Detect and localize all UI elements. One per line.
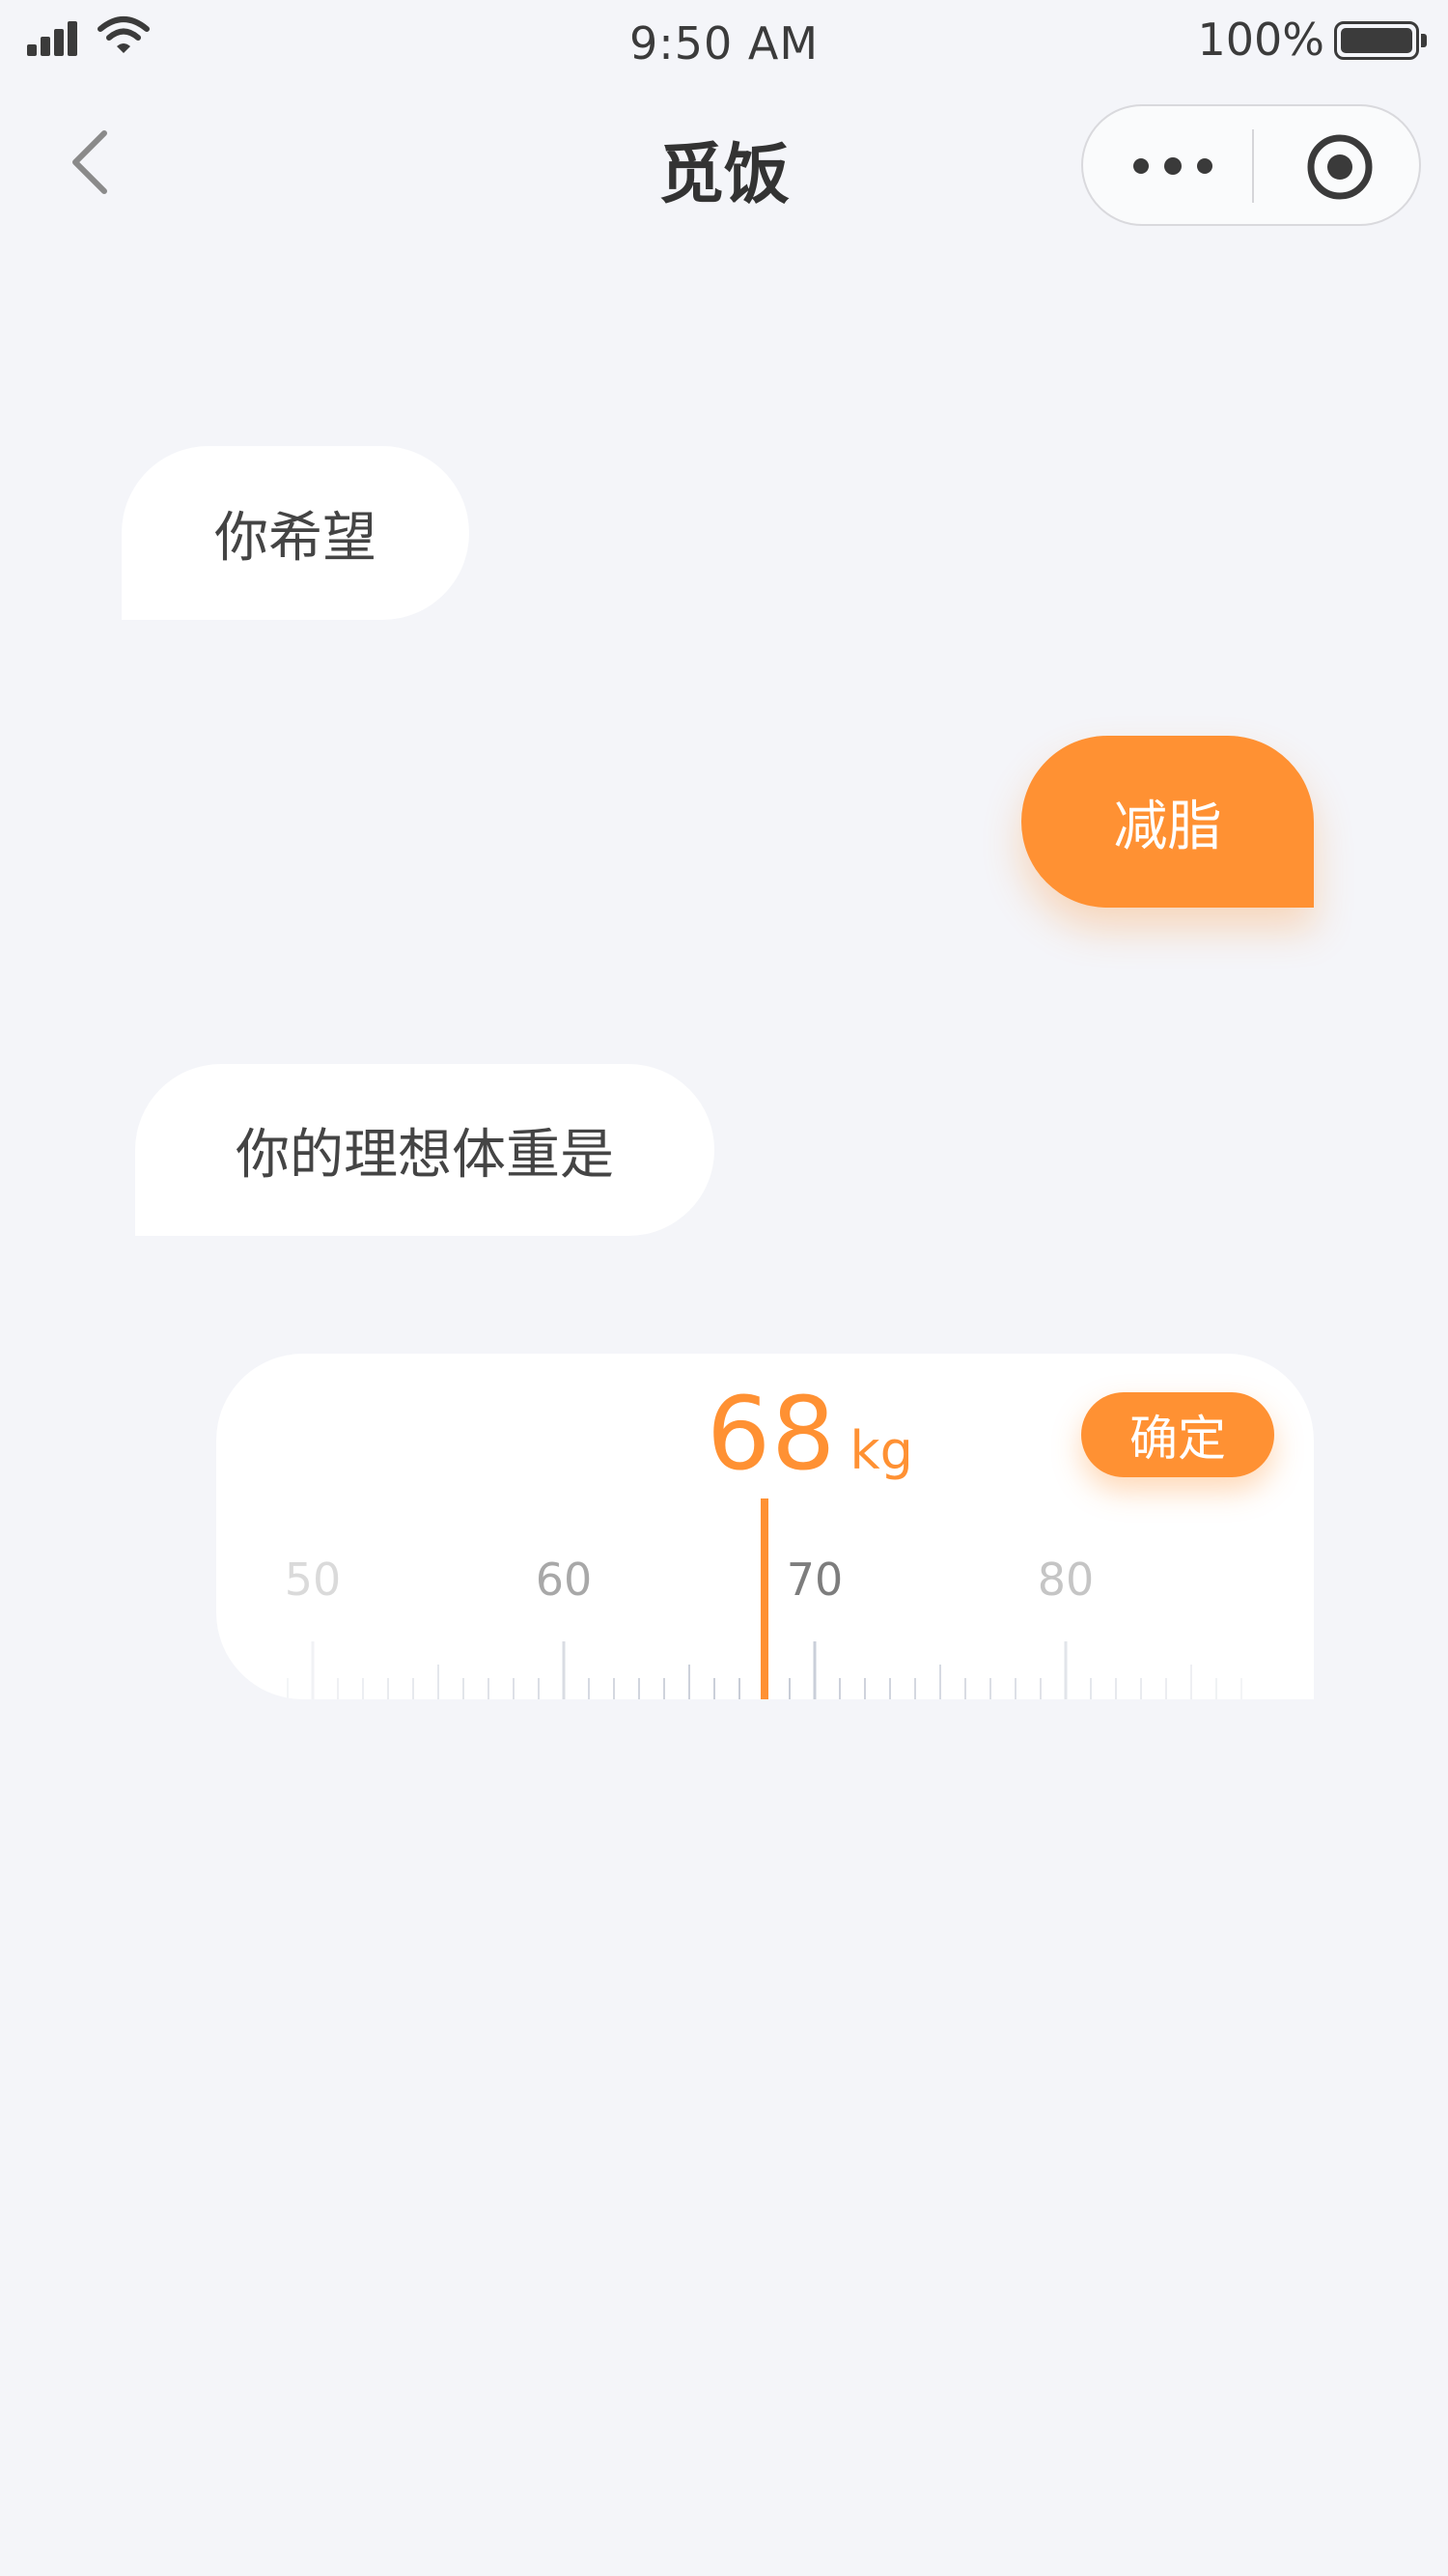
mini-program-capsule bbox=[1081, 104, 1421, 226]
more-dots-icon[interactable] bbox=[1122, 106, 1238, 224]
chat-bubble-question: 你的理想体重是 bbox=[135, 1064, 714, 1236]
weight-unit: kg bbox=[849, 1420, 913, 1481]
ruler-scale[interactable]: 50 60 70 80 bbox=[216, 1498, 1314, 1699]
battery-percentage: 100% bbox=[1197, 14, 1324, 66]
ruler-label: 80 bbox=[1038, 1554, 1095, 1606]
nav-bar: 觅饭 bbox=[0, 87, 1448, 232]
weight-readout: 68 kg bbox=[707, 1375, 913, 1493]
screen: 9:50 AM 100% 觅饭 你希望 减脂 你的理想体重是 68 kg 确定 … bbox=[0, 0, 1448, 2576]
chat-bubble-answer: 减脂 bbox=[1021, 736, 1314, 908]
weight-ruler-slider[interactable]: 50 60 70 80 bbox=[216, 1498, 1314, 1699]
ruler-label: 70 bbox=[787, 1554, 844, 1606]
chat-bubble-question: 你希望 bbox=[122, 446, 469, 620]
weight-picker-card: 68 kg 确定 50 60 70 80 bbox=[216, 1354, 1314, 1699]
battery-icon bbox=[1334, 21, 1427, 60]
confirm-button[interactable]: 确定 bbox=[1081, 1392, 1274, 1477]
ruler-label: 60 bbox=[536, 1554, 593, 1606]
weight-value: 68 bbox=[707, 1375, 837, 1493]
status-bar: 9:50 AM 100% bbox=[0, 0, 1448, 87]
ruler-label: 50 bbox=[285, 1554, 342, 1606]
target-circle-icon[interactable] bbox=[1305, 132, 1375, 202]
capsule-divider bbox=[1252, 129, 1254, 203]
ruler-indicator[interactable] bbox=[761, 1498, 768, 1699]
